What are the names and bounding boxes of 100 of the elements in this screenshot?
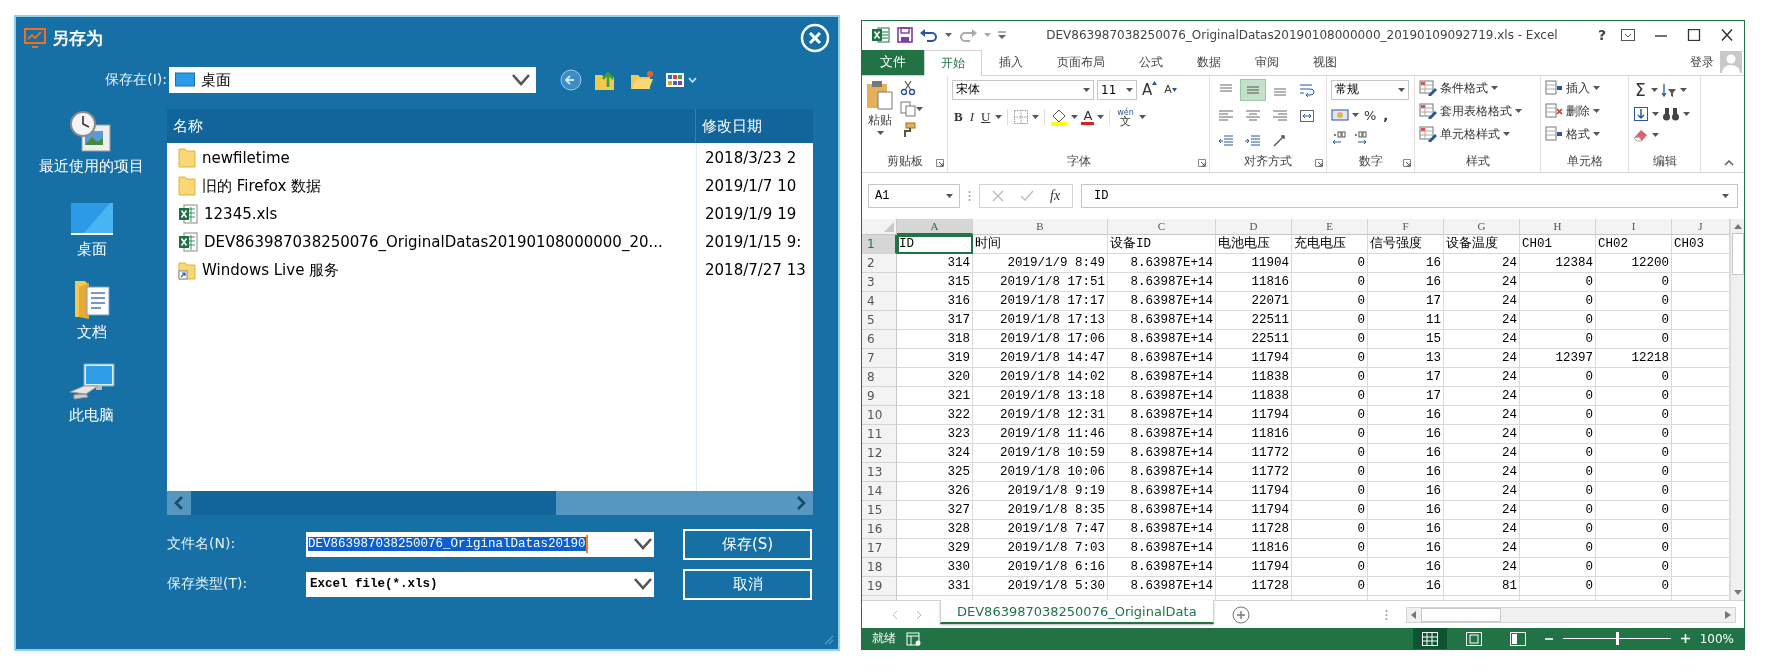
close-icon[interactable] (1720, 29, 1734, 42)
ribbon-display-icon[interactable] (1621, 29, 1635, 42)
save-icon[interactable] (897, 27, 913, 44)
view-menu-button[interactable] (666, 73, 697, 87)
save-button[interactable]: 保存(S) (683, 528, 812, 560)
add-sheet-icon[interactable] (1231, 605, 1250, 624)
clear-icon[interactable] (1633, 127, 1649, 142)
phonetic-guide-button[interactable]: wén 文 (1115, 107, 1136, 126)
shrink-font-button[interactable]: A (1162, 83, 1179, 97)
ribbon-tab[interactable]: 视图 (1296, 49, 1354, 75)
cut-icon[interactable] (900, 79, 916, 96)
file-item[interactable]: 12345.xls (167, 204, 696, 224)
ribbon-tab[interactable]: 页面布局 (1040, 49, 1122, 75)
column-header[interactable]: B (973, 218, 1108, 235)
styles-menu-button[interactable]: 单元格样式 (1419, 125, 1536, 143)
decrease-decimal-icon[interactable] (1352, 130, 1370, 145)
dialog-launcher-icon[interactable] (936, 158, 944, 167)
scroll-thumb[interactable] (1421, 607, 1501, 622)
underline-button[interactable]: U (979, 108, 993, 125)
column-header[interactable]: H (1520, 218, 1596, 235)
file-item[interactable]: newfiletime (167, 148, 696, 168)
sheet-tab[interactable]: DEV863987038250076_OriginalData (940, 600, 1214, 625)
ribbon-tab[interactable]: 插入 (982, 49, 1040, 75)
column-header[interactable]: F (1368, 218, 1444, 235)
font-color-button[interactable]: A (1081, 108, 1095, 125)
column-header[interactable]: G (1444, 218, 1520, 235)
font-name-dropdown[interactable]: 宋体 (952, 79, 1094, 100)
styles-menu-button[interactable]: 条件格式 (1419, 79, 1536, 97)
file-item[interactable]: DEV863987038250076_OriginalDatas20190108000000_20... (167, 232, 696, 252)
cells-menu-button[interactable]: 格式 (1545, 125, 1624, 143)
zoom-level[interactable]: 100% (1699, 631, 1734, 646)
close-button[interactable] (800, 23, 830, 53)
file-item[interactable]: 旧的 Firefox 数据 (167, 176, 696, 196)
cancel-button[interactable]: 取消 (683, 568, 812, 600)
dialog-launcher-icon[interactable] (1198, 158, 1206, 167)
place-item[interactable]: 桌面 (69, 192, 114, 259)
insert-function-button[interactable]: fx (1050, 187, 1061, 204)
scroll-thumb[interactable] (1731, 232, 1744, 275)
font-size-dropdown[interactable]: 11 (1097, 79, 1137, 100)
column-header[interactable]: D (1216, 218, 1292, 235)
place-item[interactable]: 此电脑 (67, 358, 116, 425)
ribbon-tab[interactable]: 开始 (924, 49, 982, 76)
column-header[interactable]: I (1596, 218, 1672, 235)
sign-in-link[interactable]: 登录 (1690, 53, 1714, 71)
redo-icon[interactable] (959, 28, 977, 43)
fill-color-icon[interactable] (1050, 107, 1069, 126)
help-button[interactable]: ? (1597, 27, 1606, 44)
macro-record-icon[interactable] (906, 631, 922, 646)
scroll-thumb[interactable] (191, 491, 556, 515)
scroll-right-icon[interactable] (795, 495, 807, 511)
place-item[interactable]: 最近使用的项目 (39, 109, 144, 176)
fill-down-icon[interactable] (1633, 105, 1649, 122)
location-dropdown[interactable]: 桌面 (169, 67, 536, 93)
percent-button[interactable]: % (1362, 107, 1379, 123)
file-type-dropdown[interactable]: Excel file(*.xls) (306, 571, 654, 597)
customize-toolbar-icon[interactable] (998, 31, 1006, 40)
scroll-left-icon[interactable] (173, 495, 185, 511)
scroll-down-icon[interactable] (1733, 590, 1742, 597)
borders-icon[interactable] (1013, 108, 1030, 125)
horizontal-scrollbar[interactable] (1406, 606, 1736, 623)
bold-button[interactable]: B (952, 108, 965, 125)
resize-grip-icon[interactable] (822, 633, 834, 645)
middle-align-button[interactable] (1241, 79, 1265, 100)
zoom-in-icon[interactable] (1680, 634, 1690, 643)
normal-view-button[interactable] (1412, 628, 1447, 649)
column-header[interactable]: A (897, 218, 973, 235)
increase-decimal-icon[interactable] (1331, 130, 1349, 145)
scroll-left-icon[interactable] (1411, 610, 1417, 619)
sort-filter-icon[interactable] (1660, 81, 1677, 98)
ribbon-tab[interactable]: 审阅 (1238, 49, 1296, 75)
place-item[interactable]: 文档 (72, 275, 111, 342)
column-header[interactable]: 修改日期 (696, 109, 762, 143)
formula-field[interactable]: ID (1081, 183, 1738, 208)
column-header[interactable]: J (1672, 218, 1730, 235)
accounting-format-icon[interactable] (1331, 108, 1349, 123)
file-name-field[interactable]: DEV863987038250076_OriginalDatas20190 (306, 531, 654, 557)
scroll-up-icon[interactable] (1733, 222, 1742, 229)
ribbon-tab[interactable]: 数据 (1180, 49, 1238, 75)
horizontal-scrollbar[interactable] (167, 491, 813, 515)
ribbon-tab[interactable]: 公式 (1122, 49, 1180, 75)
vertical-scrollbar[interactable] (1730, 218, 1744, 601)
comma-style-button[interactable]: , (1381, 107, 1391, 123)
collapse-ribbon-icon[interactable] (1724, 159, 1734, 166)
cells-menu-button[interactable]: 删除 (1545, 102, 1624, 120)
new-folder-icon[interactable] (630, 69, 654, 91)
back-icon[interactable] (560, 69, 582, 91)
styles-menu-button[interactable]: 套用表格格式 (1419, 102, 1536, 120)
dialog-launcher-icon[interactable] (1403, 158, 1411, 167)
find-icon[interactable] (1662, 105, 1680, 122)
autosum-button[interactable]: Σ (1633, 79, 1648, 100)
paste-button[interactable]: 粘贴 (866, 79, 894, 152)
column-header[interactable]: 名称 (167, 109, 696, 143)
grow-font-button[interactable]: A (1140, 80, 1160, 99)
italic-button[interactable]: I (967, 108, 976, 125)
dialog-launcher-icon[interactable] (1315, 158, 1323, 167)
file-tab[interactable]: 文件 (862, 49, 924, 75)
number-format-dropdown[interactable]: 常规 (1331, 79, 1409, 100)
cells-menu-button[interactable]: 插入 (1545, 79, 1624, 97)
scroll-right-icon[interactable] (1725, 610, 1731, 619)
maximize-icon[interactable] (1687, 29, 1701, 42)
